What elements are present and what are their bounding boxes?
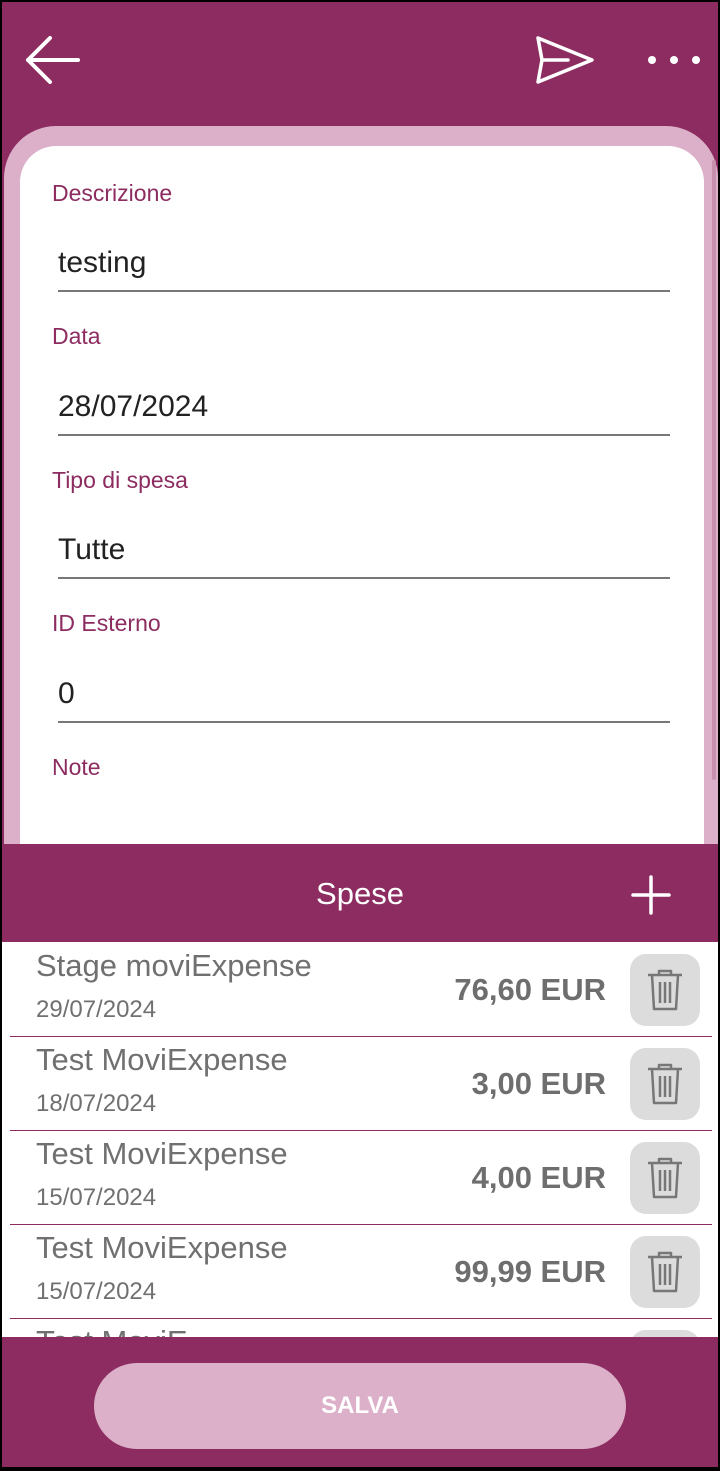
spese-header: Spese xyxy=(2,844,718,942)
id-esterno-label: ID Esterno xyxy=(52,610,161,636)
delete-button[interactable] xyxy=(630,1048,700,1120)
delete-button[interactable] xyxy=(630,1236,700,1308)
list-item[interactable]: Test MoviExpense 18/07/2024 3,00 EUR xyxy=(10,1036,712,1131)
expense-title: Test MoviExpense xyxy=(36,1230,288,1265)
data-label: Data xyxy=(52,323,101,349)
bottom-bar: SALVA xyxy=(2,1337,718,1467)
list-item[interactable]: Test MoviExpense 15/07/2024 99,99 EUR xyxy=(10,1224,712,1319)
delete-button[interactable] xyxy=(630,1142,700,1214)
descrizione-input[interactable]: testing xyxy=(58,244,670,292)
expense-date: 18/07/2024 xyxy=(36,1090,157,1117)
data-input[interactable]: 28/07/2024 xyxy=(58,388,670,436)
expense-amount: 76,60 EUR xyxy=(454,972,606,1007)
expense-amount: 3,00 EUR xyxy=(471,1066,606,1101)
delete-button[interactable] xyxy=(630,954,700,1026)
expense-date: 29/07/2024 xyxy=(36,996,157,1023)
back-button[interactable] xyxy=(16,24,88,96)
id-esterno-input[interactable]: 0 xyxy=(58,675,670,723)
more-options-button[interactable] xyxy=(638,24,710,96)
send-button[interactable] xyxy=(526,24,602,96)
app-bar xyxy=(2,2,718,122)
expense-title: Test MoviExpense xyxy=(36,1042,288,1077)
trash-icon xyxy=(648,1157,682,1199)
list-item[interactable]: Test MoviExpense 15/07/2024 4,00 EUR xyxy=(10,1130,712,1225)
trash-icon xyxy=(648,1063,682,1105)
save-button[interactable]: SALVA xyxy=(94,1363,626,1449)
form-card-frame: Descrizione testing Data 28/07/2024 Tipo… xyxy=(4,126,718,886)
expense-date: 15/07/2024 xyxy=(36,1184,157,1211)
tipo-spesa-label: Tipo di spesa xyxy=(52,467,188,493)
spese-title: Spese xyxy=(316,876,404,911)
arrow-left-icon xyxy=(26,36,80,84)
more-horizontal-icon xyxy=(648,56,700,64)
delete-button[interactable] xyxy=(630,1330,700,1337)
expense-amount: 99,99 EUR xyxy=(454,1254,606,1289)
send-icon xyxy=(536,36,594,84)
list-item[interactable]: Test MoviE xyxy=(10,1318,712,1337)
descrizione-label: Descrizione xyxy=(52,180,173,206)
trash-icon xyxy=(648,1251,682,1293)
form-scrollbar[interactable] xyxy=(712,160,716,780)
expense-amount: 4,00 EUR xyxy=(471,1160,606,1195)
list-item[interactable]: Stage moviExpense 29/07/2024 76,60 EUR xyxy=(10,942,712,1037)
expense-title: Test MoviE xyxy=(36,1324,188,1337)
expense-title: Stage moviExpense xyxy=(36,948,312,983)
form-card: Descrizione testing Data 28/07/2024 Tipo… xyxy=(20,146,704,866)
plus-icon xyxy=(631,875,671,915)
note-label: Note xyxy=(52,754,101,780)
tipo-spesa-select[interactable]: Tutte xyxy=(58,531,670,579)
expense-date: 15/07/2024 xyxy=(36,1278,157,1305)
expense-list[interactable]: Stage moviExpense 29/07/2024 76,60 EUR T… xyxy=(2,942,718,1337)
add-expense-button[interactable] xyxy=(620,864,682,926)
expense-report-screen: Descrizione testing Data 28/07/2024 Tipo… xyxy=(2,2,718,1467)
trash-icon xyxy=(648,969,682,1011)
expense-title: Test MoviExpense xyxy=(36,1136,288,1171)
